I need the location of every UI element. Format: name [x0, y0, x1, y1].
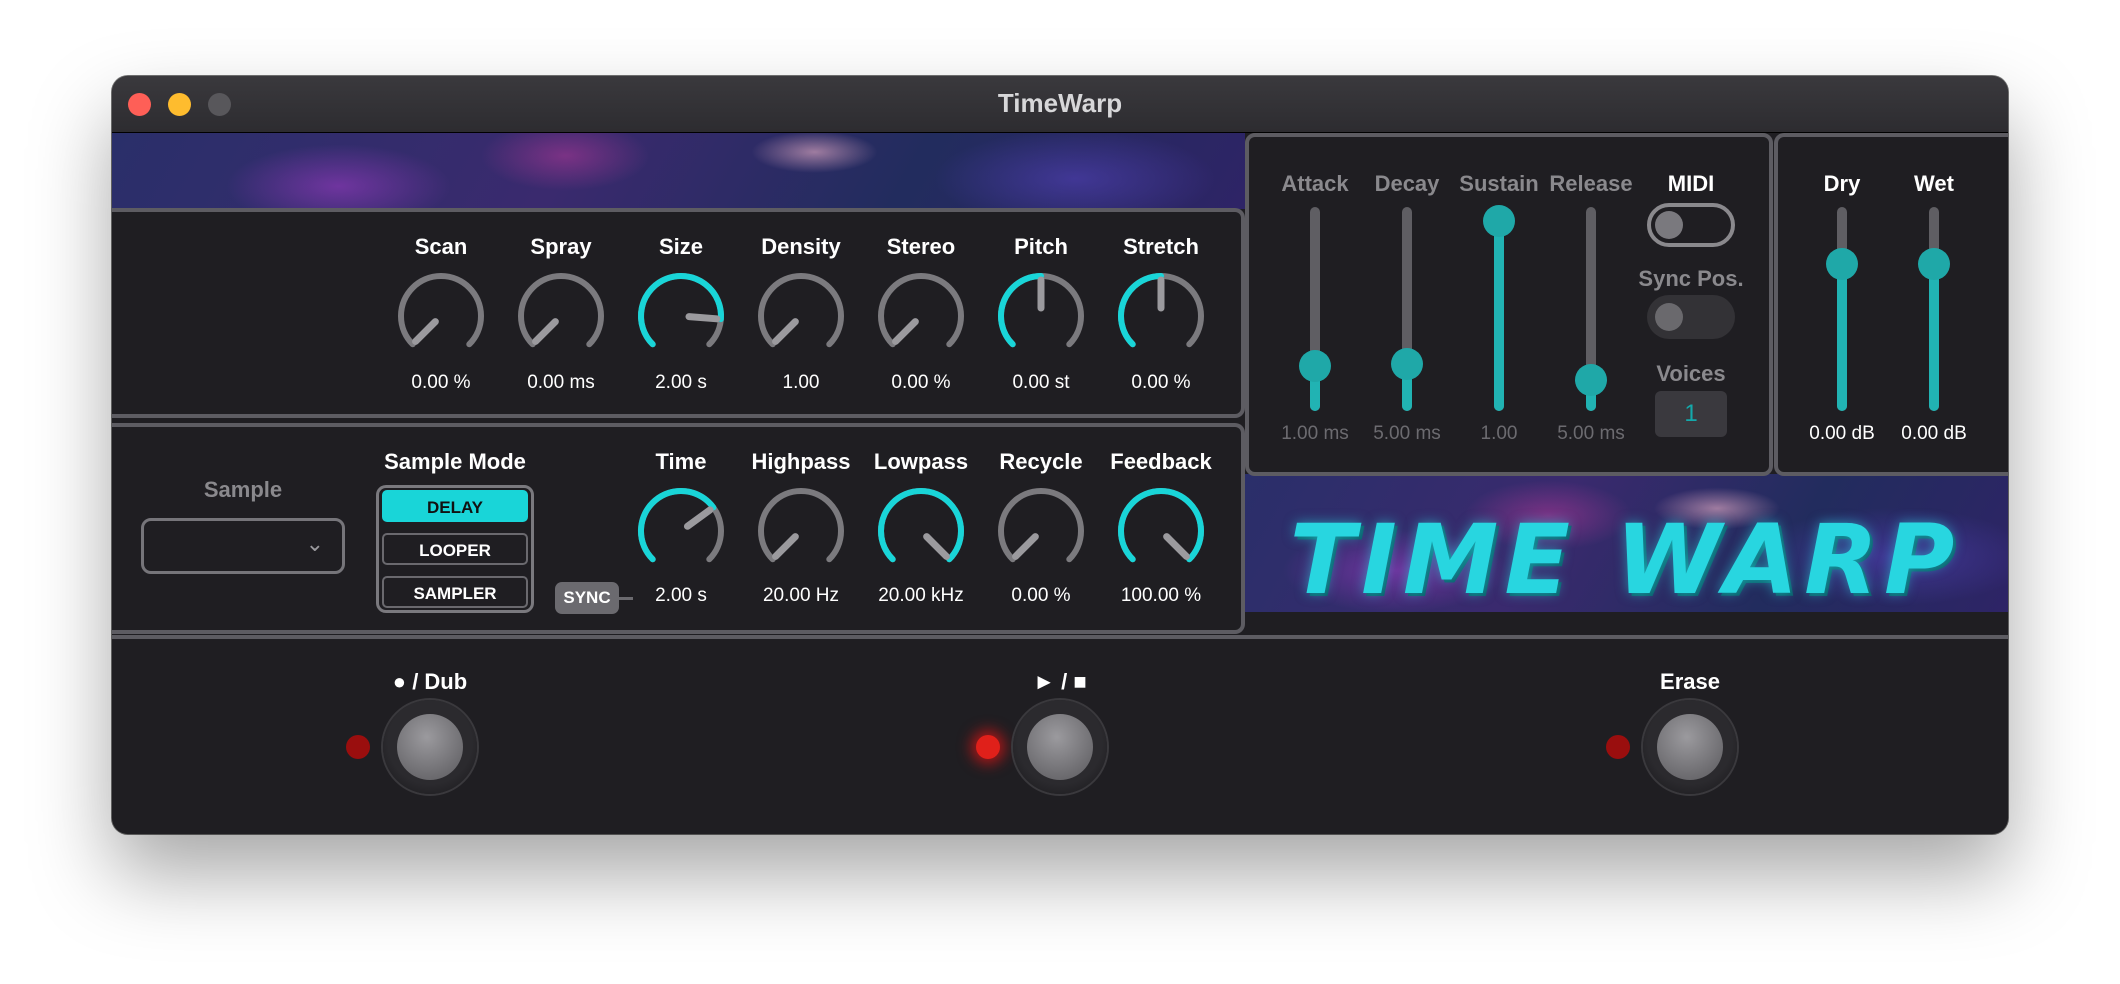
play-stop-button[interactable] [1013, 700, 1107, 794]
sample-label: Sample [203, 477, 283, 502]
sustain-slider-thumb[interactable] [1483, 205, 1515, 238]
size-label: Size [658, 234, 704, 259]
chevron-down-icon: ⌄ [305, 531, 324, 556]
space-banner-top [112, 133, 1245, 209]
voices-label: Voices [1656, 361, 1726, 386]
decay-label: Decay [1374, 171, 1440, 196]
sustain-label: Sustain [1459, 171, 1539, 196]
window-title: TimeWarp [997, 88, 1123, 118]
record-dub-label: ● / Dub [392, 669, 468, 694]
record-dub-led [346, 735, 370, 759]
stretch-label: Stretch [1123, 234, 1199, 259]
attack-label: Attack [1281, 171, 1349, 196]
recycle-knob[interactable] [993, 483, 1089, 579]
scan-label: Scan [414, 234, 468, 259]
stereo-knob[interactable] [873, 268, 969, 364]
wet-slider-thumb[interactable] [1918, 248, 1950, 281]
mode-sampler-button[interactable]: SAMPLER [382, 576, 528, 608]
recycle-label: Recycle [999, 449, 1083, 474]
midi-toggle-knob [1655, 211, 1683, 239]
sync-pos-toggle[interactable] [1647, 295, 1735, 339]
mode-looper-button[interactable]: LOOPER [382, 533, 528, 565]
feedback-knob[interactable] [1113, 483, 1209, 579]
erase-button[interactable] [1643, 700, 1737, 794]
erase-led [1606, 735, 1630, 759]
play-stop-led [976, 735, 1000, 759]
release-value: 5.00 ms [1557, 423, 1625, 444]
dry-slider-fill [1837, 264, 1847, 411]
release-slider-thumb[interactable] [1575, 364, 1607, 397]
envelope-panel: Attack 1.00 ms Decay 5.00 ms Sustain 1.00 Rele… [1245, 133, 1773, 476]
footswitch-cap [1657, 714, 1723, 780]
transport-panel: ● / Dub ► / ■ Erase [112, 635, 2008, 834]
spray-knob[interactable] [513, 268, 609, 364]
play-stop-label: ► / ■ [1033, 669, 1087, 694]
time-label: Time [655, 449, 707, 474]
sample-mode-selector: DELAY LOOPER SAMPLER [376, 485, 534, 613]
footswitch-cap [397, 714, 463, 780]
mode-delay-button[interactable]: DELAY [382, 490, 528, 522]
wet-label: Wet [1914, 171, 1954, 196]
plugin-window: TimeWarp Scan 0.00 % Spray 0.00 ms Size 2.00 … [112, 76, 2008, 834]
delay-panel: Sample ⌄ Sample Mode DELAY LOOPER SAMPLE… [112, 423, 1245, 634]
highpass-knob[interactable] [753, 483, 849, 579]
logo-area: TIME WARP [1242, 474, 2008, 616]
highpass-label: Highpass [751, 449, 851, 474]
erase-label: Erase [1660, 669, 1720, 694]
wet-slider-fill [1929, 264, 1939, 411]
stretch-value: 0.00 % [1131, 372, 1191, 393]
release-label: Release [1549, 171, 1633, 196]
midi-label: MIDI [1667, 171, 1715, 196]
attack-slider-thumb[interactable] [1299, 350, 1331, 383]
density-knob[interactable] [753, 268, 849, 364]
sample-dropdown[interactable]: ⌄ [141, 518, 345, 574]
logo-text: TIME WARP [1289, 504, 1961, 616]
lowpass-label: Lowpass [873, 449, 969, 474]
stereo-label: Stereo [886, 234, 956, 259]
decay-slider-thumb[interactable] [1391, 348, 1423, 381]
pitch-knob[interactable] [993, 268, 1089, 364]
title-bar: TimeWarp [112, 76, 2008, 133]
mix-panel: Dry 0.00 dB Wet 0.00 dB [1774, 133, 2008, 476]
sample-mode-label: Sample Mode [384, 449, 526, 474]
scan-knob[interactable] [393, 268, 489, 364]
pitch-label: Pitch [1014, 234, 1068, 259]
record-dub-button[interactable] [383, 700, 477, 794]
midi-toggle[interactable] [1647, 203, 1735, 247]
dry-label: Dry [1823, 171, 1861, 196]
time-knob[interactable] [633, 483, 729, 579]
sustain-slider-fill [1494, 221, 1504, 411]
sync-pos-label: Sync Pos. [1638, 266, 1744, 291]
sync-pos-toggle-knob [1655, 303, 1683, 331]
size-knob[interactable] [633, 268, 729, 364]
grain-panel: Scan 0.00 % Spray 0.00 ms Size 2.00 s Density 1… [112, 208, 1245, 418]
spray-label: Spray [530, 234, 592, 259]
feedback-label: Feedback [1110, 449, 1212, 474]
footswitch-cap [1027, 714, 1093, 780]
lowpass-knob[interactable] [873, 483, 969, 579]
stretch-knob[interactable] [1113, 268, 1209, 364]
wet-value: 0.00 dB [1901, 423, 1967, 444]
feedback-value: 100.00 % [1120, 585, 1202, 606]
voices-field[interactable]: 1 [1655, 391, 1727, 437]
density-label: Density [761, 234, 841, 259]
dry-slider-thumb[interactable] [1826, 248, 1858, 281]
